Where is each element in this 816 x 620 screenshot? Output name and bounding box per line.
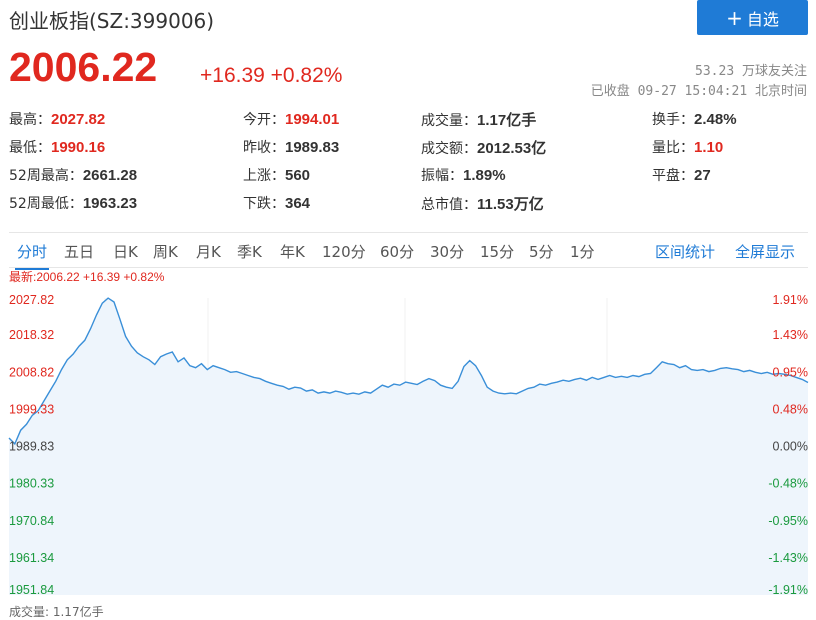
- y-tick-percent-label: 0.00%: [773, 440, 808, 454]
- tab-daily-k[interactable]: 日K: [113, 241, 138, 262]
- price-change: +16.39 +0.82%: [200, 64, 343, 87]
- tab-5day[interactable]: 五日: [64, 241, 94, 262]
- tab-5min[interactable]: 5分: [529, 241, 554, 262]
- y-tick-percent-label: -0.48%: [768, 477, 808, 491]
- tab-1min[interactable]: 1分: [570, 241, 595, 262]
- stat-amplitude: 振幅：1.89%: [421, 167, 506, 184]
- chart-period-tabs: 分时 五日 日K 周K 月K 季K 年K 120分 60分 30分 15分 5分…: [9, 232, 808, 270]
- intraday-chart[interactable]: 雪球2027.821.91%2018.321.43%2008.820.95%19…: [0, 287, 816, 603]
- y-tick-percent-label: -1.43%: [768, 551, 808, 565]
- stat-flat-count: 平盘：27: [652, 167, 711, 184]
- y-tick-percent-label: -1.91%: [768, 583, 808, 597]
- fullscreen-link[interactable]: 全屏显示: [735, 241, 795, 262]
- y-tick-label: 1951.84: [9, 583, 54, 597]
- followers-count: 53.23 万球友关注: [695, 64, 807, 79]
- stat-market-cap: 总市值：11.53万亿: [421, 196, 544, 213]
- stat-up-count: 上涨：560: [243, 167, 311, 184]
- stat-open: 今开：1994.01: [243, 111, 340, 128]
- tab-30min[interactable]: 30分: [430, 241, 464, 262]
- tab-weekly-k[interactable]: 周K: [153, 241, 178, 262]
- y-tick-label: 1961.34: [9, 551, 54, 565]
- range-stats-link[interactable]: 区间统计: [655, 241, 715, 262]
- y-tick-label: 1999.33: [9, 402, 54, 416]
- stat-volume: 成交量：1.17亿手: [421, 112, 537, 129]
- current-price: 2006.22: [9, 44, 158, 90]
- tab-yearly-k[interactable]: 年K: [280, 241, 305, 262]
- stat-volume-ratio: 量比：1.10: [652, 139, 724, 156]
- tab-120min[interactable]: 120分: [322, 241, 366, 262]
- stat-amount: 成交额：2012.53亿: [421, 140, 547, 157]
- latest-quote-line: 最新:2006.22 +16.39 +0.82%: [9, 270, 165, 284]
- y-tick-label: 1970.84: [9, 514, 54, 528]
- add-to-watchlist-button[interactable]: + 自选: [697, 0, 808, 35]
- y-tick-label: 2008.82: [9, 365, 54, 379]
- stat-high: 最高：2027.82: [9, 111, 106, 128]
- stock-title: 创业板指(SZ:399006): [9, 9, 215, 33]
- stat-low: 最低：1990.16: [9, 139, 106, 156]
- stat-down-count: 下跌：364: [243, 195, 311, 212]
- y-tick-percent-label: -0.95%: [768, 514, 808, 528]
- watchlist-label: 自选: [746, 9, 779, 29]
- y-tick-label: 2018.32: [9, 328, 54, 342]
- stat-turnover: 换手：2.48%: [652, 111, 737, 128]
- y-tick-percent-label: 0.95%: [773, 365, 808, 379]
- tab-monthly-k[interactable]: 月K: [196, 241, 221, 262]
- y-tick-label: 1989.83: [9, 440, 54, 454]
- market-status: 已收盘 09-27 15:04:21 北京时间: [590, 84, 807, 99]
- tab-15min[interactable]: 15分: [480, 241, 514, 262]
- y-tick-label: 2027.82: [9, 293, 54, 307]
- y-tick-percent-label: 1.91%: [773, 293, 808, 307]
- y-tick-percent-label: 0.48%: [773, 402, 808, 416]
- tab-quarterly-k[interactable]: 季K: [237, 241, 262, 262]
- y-tick-percent-label: 1.43%: [773, 328, 808, 342]
- y-tick-label: 1980.33: [9, 477, 54, 491]
- plus-icon: +: [726, 5, 743, 30]
- tab-intraday[interactable]: 分时: [14, 241, 50, 270]
- tab-60min[interactable]: 60分: [380, 241, 414, 262]
- volume-footer: 成交量: 1.17亿手: [9, 605, 104, 619]
- stat-52w-low: 52周最低：1963.23: [9, 195, 138, 212]
- stat-prev-close: 昨收：1989.83: [243, 139, 340, 156]
- stat-52w-high: 52周最高：2661.28: [9, 167, 138, 184]
